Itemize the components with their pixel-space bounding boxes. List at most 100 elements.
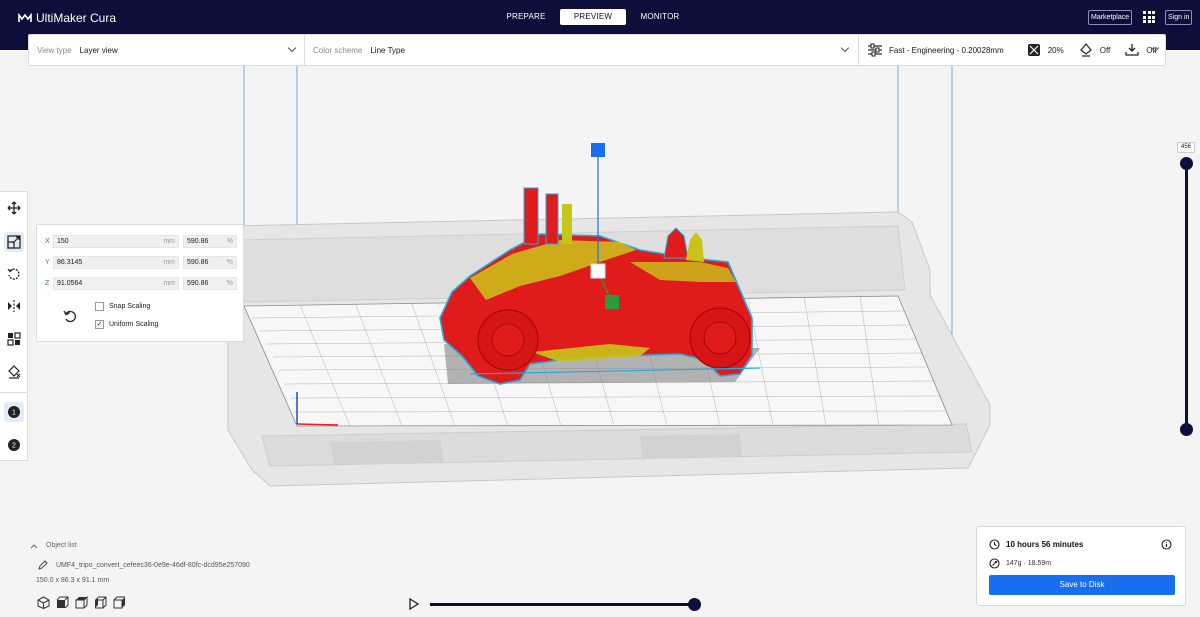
marketplace-button[interactable]: Marketplace xyxy=(1088,10,1133,25)
extruder-1-icon: 1 xyxy=(8,406,20,418)
scale-panel: X 150 mm 590.86 % Y 86.3145 mm 590.86 % … xyxy=(36,224,244,342)
tab-monitor[interactable]: MONITOR xyxy=(630,9,690,25)
x-axis-indicator xyxy=(296,423,339,426)
mm-unit: mm xyxy=(163,280,175,287)
support-blocker-tool-button[interactable] xyxy=(4,362,24,382)
pencil-icon[interactable] xyxy=(38,560,48,570)
print-time: 10 hours 56 minutes xyxy=(1006,540,1084,549)
support-icon xyxy=(1079,43,1092,57)
scale-x-percent-input[interactable]: 590.86 % xyxy=(183,235,237,248)
move-tool-button[interactable] xyxy=(4,198,24,218)
axis-label-z: Z xyxy=(45,280,50,287)
uniform-scaling-checkbox[interactable]: ✓ xyxy=(95,320,104,329)
play-icon[interactable] xyxy=(408,597,420,611)
tab-prepare[interactable]: PREPARE xyxy=(496,9,556,25)
scale-y-percent-input[interactable]: 590.86 % xyxy=(183,256,237,269)
material-usage: 147g · 18.59m xyxy=(1006,560,1052,567)
info-icon[interactable] xyxy=(1161,539,1172,550)
print-time-row: 10 hours 56 minutes xyxy=(989,539,1083,550)
tool-panel: 1 2 xyxy=(0,191,28,461)
chevron-up-icon xyxy=(30,543,38,548)
percent-unit: % xyxy=(226,280,233,287)
view-settings-bar: View type Layer view Color scheme Line T… xyxy=(28,34,1166,66)
layer-number-badge[interactable]: 456 xyxy=(1177,142,1195,153)
rotate-tool-button[interactable] xyxy=(4,264,24,284)
view-type-dropdown[interactable]: View type Layer view xyxy=(37,35,305,65)
ultimaker-logo-icon xyxy=(18,13,32,22)
extruder-1-button[interactable]: 1 xyxy=(4,402,24,422)
settings-sliders-icon xyxy=(868,43,882,57)
rotate-icon xyxy=(7,268,20,280)
camera-view-buttons xyxy=(36,595,126,609)
scale-row-y: Y 86.3145 mm 590.86 % xyxy=(37,256,245,270)
extruder-2-number: 2 xyxy=(12,443,16,450)
scale-z-percent-input[interactable]: 590.86 % xyxy=(183,277,237,290)
view-top-button[interactable] xyxy=(74,595,88,609)
infill-icon xyxy=(1027,44,1040,56)
color-scheme-value: Line Type xyxy=(370,45,405,55)
material-row: 147g · 18.59m xyxy=(989,558,1051,569)
snap-scaling-label: Snap Scaling xyxy=(109,303,151,310)
scale-row-x: X 150 mm 590.86 % xyxy=(37,235,245,249)
snap-scaling-checkbox[interactable] xyxy=(95,302,104,311)
infill-value: 20% xyxy=(1047,45,1064,55)
layer-slider-lower-handle[interactable] xyxy=(1180,423,1193,436)
layer-slider-track[interactable] xyxy=(1185,163,1188,430)
app-logo: UltiMaker Cura xyxy=(18,11,116,25)
uniform-scaling-toggle[interactable]: ✓ Uniform Scaling xyxy=(95,320,158,329)
clock-icon xyxy=(989,539,1000,550)
percent-unit: % xyxy=(226,259,233,266)
scale-z-handle[interactable] xyxy=(591,143,605,157)
scale-tool-button[interactable] xyxy=(4,232,24,252)
cube-right-icon xyxy=(113,596,125,608)
per-model-settings-tool-button[interactable] xyxy=(4,329,24,349)
view-type-label: View type xyxy=(37,45,72,55)
view-3d-button[interactable] xyxy=(36,595,50,609)
mirror-tool-button[interactable] xyxy=(4,296,24,316)
view-right-button[interactable] xyxy=(112,595,126,609)
simulation-slider-track[interactable] xyxy=(430,603,694,606)
scale-center-handle[interactable] xyxy=(590,263,606,279)
sign-in-button[interactable]: Sign in xyxy=(1165,10,1193,25)
snap-scaling-toggle[interactable]: Snap Scaling xyxy=(95,302,150,311)
support-value: Off xyxy=(1099,45,1111,55)
simulation-slider-handle[interactable] xyxy=(688,598,701,611)
object-file-name: UMF4_tripo_convert_cefeec36-0e9e-46df-80… xyxy=(56,561,250,569)
uniform-scaling-label: Uniform Scaling xyxy=(109,321,159,328)
divider xyxy=(0,392,28,393)
scale-x-mm-input[interactable]: 150 mm xyxy=(53,235,179,248)
object-list-label: Object list xyxy=(46,542,77,549)
view-left-button[interactable] xyxy=(93,595,107,609)
adhesion-icon xyxy=(1125,44,1139,56)
print-summary-panel: 10 hours 56 minutes 147g · 18.59m Save t… xyxy=(976,526,1186,606)
view-front-button[interactable] xyxy=(55,595,69,609)
support-blocker-icon xyxy=(8,365,21,379)
extruder-2-icon: 2 xyxy=(8,439,20,451)
mm-unit: mm xyxy=(163,238,175,245)
scale-row-z: Z 91.0564 mm 590.86 % xyxy=(37,277,245,291)
layer-slider-upper-handle[interactable] xyxy=(1180,157,1193,170)
scale-icon xyxy=(7,235,21,249)
object-file-row[interactable]: UMF4_tripo_convert_cefeec36-0e9e-46df-80… xyxy=(38,560,250,570)
print-settings-button[interactable]: Fast - Engineering - 0.20028mm 20% Off O… xyxy=(867,35,1159,65)
color-scheme-dropdown[interactable]: Color scheme Line Type xyxy=(313,35,853,65)
apps-grid-icon[interactable] xyxy=(1143,11,1155,23)
scale-y-handle[interactable] xyxy=(605,295,619,309)
mirror-icon xyxy=(8,300,20,312)
profile-name: Fast - Engineering - 0.20028mm xyxy=(889,45,1004,55)
cube-front-icon xyxy=(56,596,68,608)
scale-y-mm-input[interactable]: 86.3145 mm xyxy=(53,256,179,269)
object-list: Object list UMF4_tripo_convert_cefeec36-… xyxy=(30,540,330,614)
extruder-2-button[interactable]: 2 xyxy=(4,435,24,455)
extruder-1-number: 1 xyxy=(12,410,16,417)
axis-label-x: X xyxy=(45,238,50,245)
reset-scale-icon[interactable] xyxy=(63,309,77,323)
scale-z-mm-input[interactable]: 91.0564 mm xyxy=(53,277,179,290)
object-list-toggle[interactable]: Object list xyxy=(30,542,77,549)
mm-unit: mm xyxy=(163,259,175,266)
tab-preview[interactable]: PREVIEW xyxy=(560,9,626,25)
cube-top-icon xyxy=(75,595,87,608)
save-to-disk-button[interactable]: Save to Disk xyxy=(989,575,1175,595)
color-scheme-label: Color scheme xyxy=(313,45,363,55)
percent-unit: % xyxy=(226,238,233,245)
